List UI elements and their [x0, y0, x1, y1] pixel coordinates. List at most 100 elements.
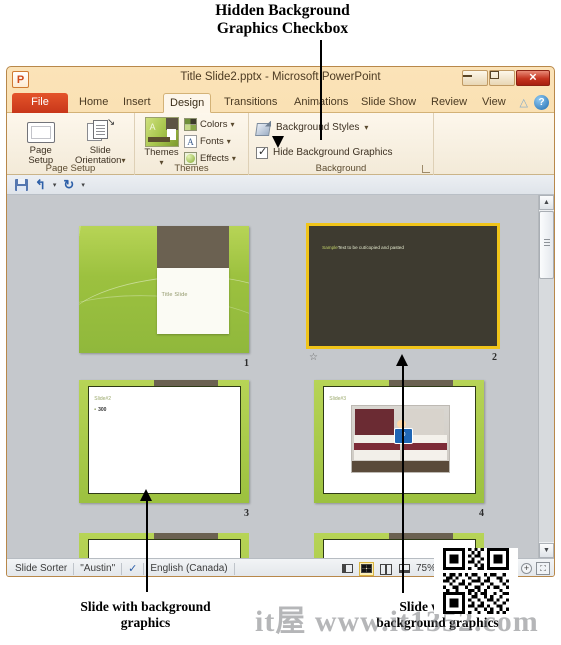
slide-2-placeholder-text: Sample	[322, 245, 338, 251]
window-controls: ✕	[462, 70, 550, 86]
ribbon-group-themes: A Themes ▾ Colors ▾ A Fonts ▾ Effects ▾ …	[135, 113, 249, 175]
fit-to-window-button[interactable]: ⛶	[536, 562, 550, 575]
tab-transitions[interactable]: Transitions	[218, 93, 283, 113]
top-arrowhead	[272, 136, 284, 148]
slide-number-2: 2	[492, 352, 497, 363]
spellcheck-icon[interactable]: ✓	[128, 562, 137, 575]
slide-number-1: 1	[244, 358, 249, 369]
slide-3-bullet-text: 300	[94, 407, 106, 413]
slide-1-title-card: Title Slide	[157, 267, 229, 334]
hide-background-graphics-label: Hide Background Graphics	[273, 147, 393, 158]
slide-2-animation-icon[interactable]: ☆	[309, 352, 318, 363]
slide-thumbnail-4[interactable]: Slide#3 o 4	[314, 380, 484, 519]
view-button-normal[interactable]	[340, 562, 355, 576]
background-styles-chevron-down-icon: ▾	[364, 123, 369, 132]
bottom-left-leader-line	[146, 500, 148, 592]
tab-review[interactable]: Review	[425, 93, 473, 113]
slide-4-photo: o	[351, 404, 450, 474]
status-language[interactable]: English (Canada)	[150, 563, 227, 574]
bottom-left-callout-line2: graphics	[120, 614, 171, 630]
slide-2-body-text: SampleText to be cut/copied and pasted	[322, 245, 484, 252]
minimize-icon	[463, 75, 472, 77]
view-button-reading[interactable]	[378, 562, 393, 576]
title-bar: P Title Slide2.pptx - Microsoft PowerPoi…	[7, 67, 554, 93]
slide-sorter-pane[interactable]: Title Slide 1 SampleText to be cut/copie…	[7, 195, 554, 558]
undo-chevron-down-icon[interactable]: ▾	[53, 181, 57, 189]
undo-icon[interactable]: ↰	[35, 177, 46, 193]
slide-2-text: Text to be cut/copied and pasted	[337, 245, 404, 251]
bottom-left-callout-label: Slide with background graphics	[38, 599, 253, 631]
themes-gallery-icon: A	[144, 117, 179, 147]
slide-thumbnail-1[interactable]: Title Slide 1	[79, 226, 249, 369]
qr-code-image	[434, 548, 518, 614]
top-leader-line	[320, 40, 322, 140]
slide-thumbnail-2[interactable]: SampleText to be cut/copied and pasted ☆…	[306, 223, 500, 363]
tab-home[interactable]: Home	[73, 93, 114, 113]
slide-2-canvas: SampleText to be cut/copied and pasted	[306, 223, 500, 349]
minimize-ribbon-icon[interactable]: △	[520, 96, 528, 109]
theme-colors-button[interactable]: Colors ▾	[184, 116, 244, 133]
tab-view[interactable]: View	[476, 93, 512, 113]
page-setup-icon	[26, 121, 55, 143]
effects-chevron-down-icon: ▾	[231, 154, 236, 163]
redo-icon[interactable]: ↻	[63, 177, 74, 193]
top-callout-line2: Graphics Checkbox	[216, 20, 349, 38]
zoom-in-button[interactable]: +	[521, 563, 532, 574]
group-label-themes: Themes	[174, 163, 209, 174]
minimize-button[interactable]	[462, 70, 488, 86]
background-styles-button[interactable]: Background Styles ▾	[256, 118, 429, 137]
background-styles-label: Background Styles	[276, 122, 360, 133]
background-dialog-launcher-icon[interactable]	[422, 165, 430, 173]
tab-insert[interactable]: Insert	[117, 93, 157, 113]
bottom-left-arrowhead	[140, 489, 152, 501]
status-theme-name[interactable]: "Austin"	[80, 563, 115, 574]
status-view-name: Slide Sorter	[15, 563, 68, 574]
top-annotation-area: Hidden Background Graphics Checkbox	[0, 0, 561, 66]
themes-gallery-label: Themes	[144, 147, 179, 158]
slide-3-content-area	[87, 386, 241, 495]
tab-slide-show[interactable]: Slide Show	[355, 93, 422, 113]
bottom-right-leader-line	[402, 365, 404, 593]
quick-access-toolbar: ↰ ▾ ↻ ▾	[7, 175, 554, 195]
vertical-scrollbar[interactable]: ▲ ▼	[538, 195, 554, 558]
slide-4-canvas: Slide#3 o	[314, 380, 484, 503]
theme-fonts-button[interactable]: A Fonts ▾	[184, 133, 244, 150]
top-callout-line1: Hidden Background	[215, 2, 350, 19]
scroll-up-button[interactable]: ▲	[539, 195, 554, 210]
view-button-slide-show[interactable]	[397, 562, 412, 576]
help-icon[interactable]: ?	[534, 95, 549, 110]
scrollbar-thumb[interactable]	[539, 211, 554, 279]
customize-qat-icon[interactable]: ▾	[81, 181, 85, 189]
slide-1-canvas: Title Slide	[79, 226, 249, 353]
slide-thumbnail-5-partial[interactable]	[79, 533, 249, 558]
slide-thumbnail-3[interactable]: Slide#2 300 3	[79, 380, 249, 519]
slide-4-title-text: Slide#3	[329, 395, 346, 402]
close-button[interactable]: ✕	[516, 70, 550, 86]
tab-file[interactable]: File	[12, 93, 68, 113]
tab-design[interactable]: Design	[163, 93, 212, 113]
group-label-page-setup: Page Setup	[45, 163, 96, 174]
scroll-down-button[interactable]: ▼	[539, 543, 554, 558]
slide-3-canvas: Slide#2 300	[79, 380, 249, 503]
close-icon: ✕	[528, 72, 538, 84]
background-styles-icon	[256, 121, 271, 135]
slide-3-title-text: Slide#2	[94, 395, 111, 402]
fonts-chevron-down-icon: ▾	[226, 137, 231, 146]
top-callout-label: Hidden Background Graphics Checkbox	[160, 2, 405, 39]
theme-fonts-label: Fonts	[200, 136, 224, 147]
theme-colors-label: Colors	[200, 119, 228, 130]
slide-1-title-text: Title Slide	[161, 291, 188, 298]
bottom-right-arrowhead	[396, 354, 408, 366]
maximize-button[interactable]	[489, 70, 515, 86]
save-icon[interactable]	[15, 178, 28, 191]
checkbox-icon[interactable]	[256, 146, 268, 159]
ribbon-help-icons: △ ?	[520, 95, 549, 110]
slide-5-canvas	[79, 533, 249, 558]
bottom-left-callout-line1: Slide with background	[80, 599, 211, 614]
zoom-level-label: 75%	[415, 563, 436, 574]
slide-1-brown-block	[157, 226, 229, 268]
colors-icon	[184, 118, 197, 131]
slide-orientation-icon: ↘	[87, 117, 115, 144]
view-button-slide-sorter[interactable]	[358, 561, 374, 576]
slide-number-3: 3	[244, 508, 249, 519]
